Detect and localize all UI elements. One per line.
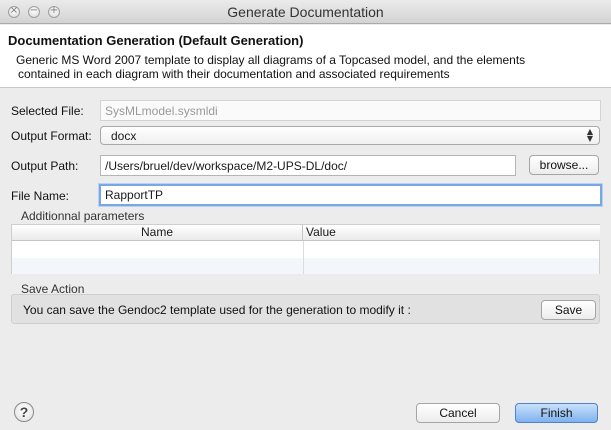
- output-path-input[interactable]: /Users/bruel/dev/workspace/M2-UPS-DL/doc…: [100, 155, 516, 176]
- header-description-line2: contained in each diagram with their doc…: [18, 67, 450, 81]
- parameters-table[interactable]: Name Value: [11, 224, 600, 274]
- table-row[interactable]: [12, 258, 599, 274]
- selected-file-field: SysMLmodel.sysmldi: [100, 100, 601, 121]
- dialog-header: Documentation Generation (Default Genera…: [0, 25, 611, 88]
- cancel-button[interactable]: Cancel: [416, 403, 500, 423]
- file-name-input[interactable]: RapportTP: [99, 184, 602, 206]
- generate-documentation-dialog: × − + Generate Documentation Documentati…: [0, 0, 611, 430]
- save-action-text: You can save the Gendoc2 template used f…: [23, 303, 411, 317]
- save-button[interactable]: Save: [541, 300, 596, 320]
- table-row[interactable]: [12, 242, 599, 258]
- output-format-select[interactable]: docx ▲ ▼: [100, 126, 600, 145]
- browse-button[interactable]: browse...: [529, 155, 599, 175]
- header-description-line1: Generic MS Word 2007 template to display…: [16, 53, 526, 67]
- output-format-label: Output Format:: [11, 129, 92, 143]
- chevron-updown-icon: ▲ ▼: [586, 127, 593, 143]
- additional-parameters-label: Additionnal parameters: [21, 209, 145, 223]
- header-description: Generic MS Word 2007 template to display…: [16, 53, 576, 81]
- window-title: Generate Documentation: [227, 4, 384, 20]
- output-path-label: Output Path:: [11, 159, 79, 173]
- title-bar[interactable]: × − + Generate Documentation: [0, 0, 611, 24]
- help-button[interactable]: ?: [14, 402, 34, 422]
- output-format-value: docx: [111, 129, 137, 143]
- selected-file-label: Selected File:: [11, 104, 84, 118]
- column-header-value[interactable]: Value: [303, 225, 600, 241]
- column-header-name[interactable]: Name: [12, 225, 303, 241]
- save-action-group: You can save the Gendoc2 template used f…: [11, 294, 600, 324]
- header-title: Documentation Generation (Default Genera…: [8, 33, 304, 48]
- help-icon: ?: [19, 404, 29, 420]
- column-divider: [303, 241, 304, 274]
- finish-button[interactable]: Finish: [515, 403, 598, 423]
- file-name-label: File Name:: [11, 189, 70, 203]
